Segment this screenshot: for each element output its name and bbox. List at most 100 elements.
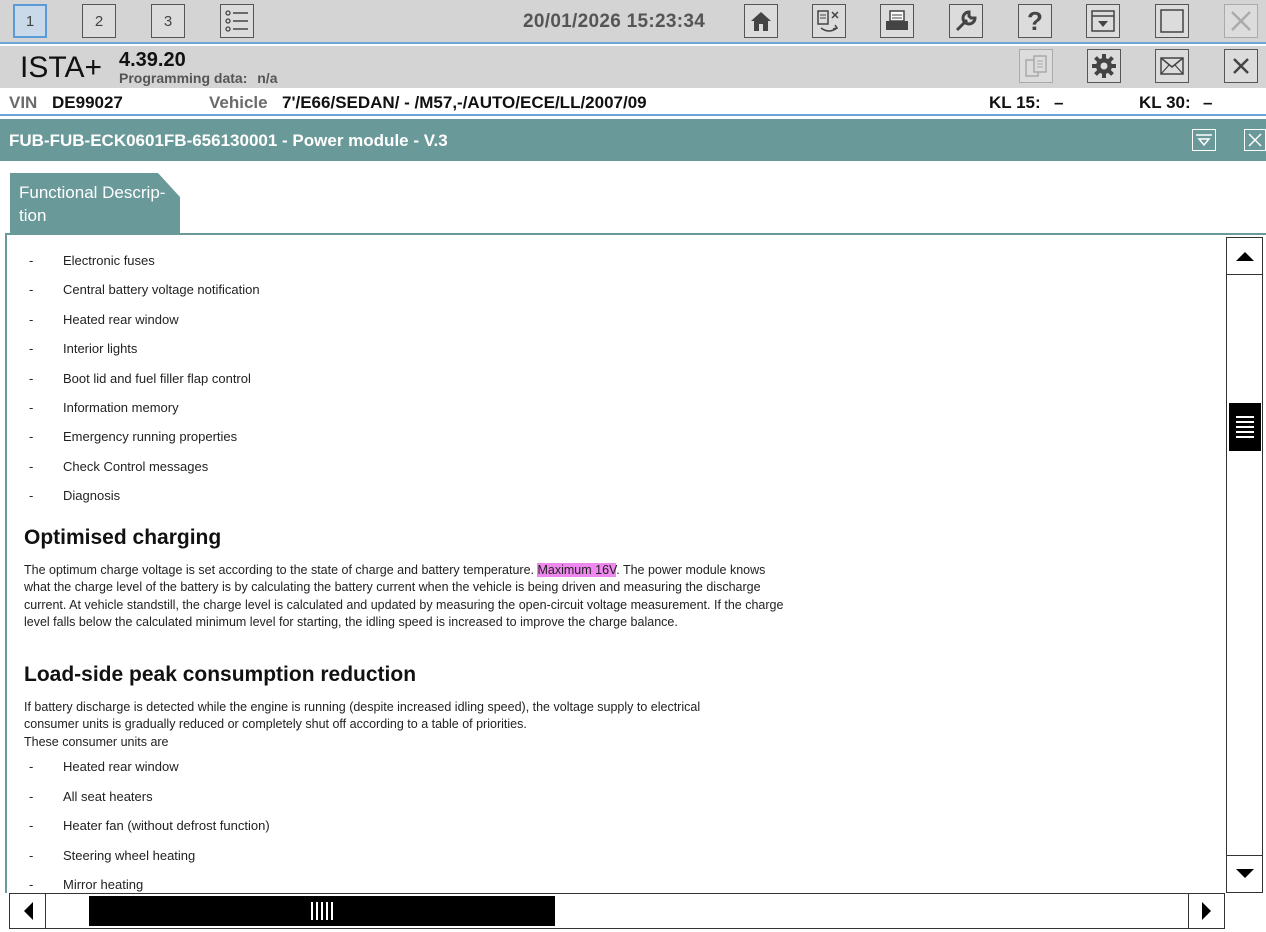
arrow-down-icon — [1235, 869, 1254, 878]
list-item-text: Diagnosis — [63, 488, 121, 503]
kl30-value: – — [1203, 93, 1213, 112]
window-icon — [1160, 9, 1184, 33]
heading-peak-reduction: Load-side peak consumption reduction — [24, 663, 417, 686]
service-button[interactable] — [949, 4, 983, 38]
session-tab-1[interactable]: 1 — [13, 4, 47, 38]
list-bullet: - — [29, 253, 34, 268]
home-icon — [751, 12, 771, 31]
list-item-text: Boot lid and fuel filler flap control — [63, 371, 251, 386]
list-bullet: - — [29, 789, 34, 804]
list-item-text: All seat heaters — [63, 789, 153, 804]
session-close-button[interactable] — [1224, 49, 1258, 83]
window-button[interactable] — [1155, 4, 1189, 38]
list-item-text: Steering wheel heating — [63, 848, 196, 863]
vin-label: VIN — [9, 93, 38, 112]
programming-data: Programming data: n/a — [119, 70, 277, 86]
tab-functional-description-label: Functional Descrip- tion — [19, 183, 166, 225]
list-bullet: - — [29, 848, 34, 863]
list-bullet: - — [29, 371, 34, 386]
list-item-text: Information memory — [63, 400, 179, 415]
kl15-label: KL 15: — [989, 93, 1041, 112]
close-icon — [1248, 133, 1262, 147]
arrow-right-icon — [1201, 902, 1211, 920]
kl15-value: – — [1054, 93, 1064, 112]
session-tab-2[interactable]: 2 — [82, 4, 116, 38]
scroll-left-button[interactable] — [10, 894, 46, 928]
close-icon — [1231, 11, 1251, 31]
top-toolbar: 1 2 3 20/01/2026 15:23:34 ? — [0, 0, 1266, 44]
svg-text:?: ? — [1027, 8, 1043, 34]
list-item-text: Check Control messages — [63, 459, 209, 474]
list-item-text: Mirror heating — [63, 877, 144, 892]
list-item-text: Electronic fuses — [63, 253, 155, 268]
list-bullet: - — [29, 312, 34, 327]
app-name: ISTA+ — [20, 51, 102, 84]
vertical-scrollbar[interactable] — [1226, 237, 1263, 893]
app-header: ISTA+ 4.39.20 Programming data: n/a — [0, 46, 1266, 88]
list-button[interactable] — [220, 4, 254, 38]
programming-data-value: n/a — [257, 70, 278, 86]
vehicle-label: Vehicle — [209, 93, 268, 112]
kl30-label: KL 30: — [1139, 93, 1191, 112]
document-close-button[interactable] — [1244, 129, 1266, 151]
paragraph-optimised-charging: The optimum charge voltage is set accord… — [24, 562, 784, 631]
document-title: FUB-FUB-ECK0601FB-656130001 - Power modu… — [9, 131, 448, 150]
print-button[interactable] — [880, 4, 914, 38]
download-button[interactable] — [1086, 4, 1120, 38]
collapse-button[interactable] — [1192, 129, 1216, 151]
list-item-text: Central battery voltage notification — [63, 282, 260, 297]
list-bullet: - — [29, 818, 34, 833]
scroll-right-button[interactable] — [1188, 894, 1224, 928]
document-content: - Electronic fuses - Central battery voltag… — [5, 235, 1226, 893]
wrench-icon — [955, 10, 977, 32]
datetime-display: 20/01/2026 15:23:34 — [523, 11, 706, 32]
paragraph-consumer-units-intro: These consumer units are — [24, 735, 169, 749]
session-tab-2-label: 2 — [94, 12, 104, 30]
list-bullet: - — [29, 341, 34, 356]
transfer-icon — [817, 10, 839, 32]
app-version: 4.39.20 — [119, 49, 186, 71]
list-item-text: Emergency running properties — [63, 429, 238, 444]
list-item-text: Interior lights — [63, 341, 138, 356]
horizontal-scroll-thumb[interactable] — [89, 896, 555, 926]
paragraph-peak-reduction: If battery discharge is detected while t… — [24, 700, 701, 732]
documents-icon — [1025, 55, 1047, 77]
message-button[interactable] — [1155, 49, 1189, 83]
list-item-text: Heater fan (without defrost function) — [63, 818, 270, 833]
list-bullet: - — [29, 282, 34, 297]
vertical-scroll-thumb[interactable] — [1229, 403, 1261, 451]
horizontal-scrollbar[interactable] — [9, 893, 1225, 929]
tab-functional-description[interactable]: Functional Descrip- tion — [10, 173, 180, 235]
list-bullet: - — [29, 877, 34, 892]
transfer-button[interactable] — [812, 4, 846, 38]
vin-value: DE99027 — [52, 93, 123, 112]
scroll-down-button[interactable] — [1227, 855, 1262, 892]
gear-icon — [1092, 54, 1116, 78]
help-icon: ? — [1027, 8, 1043, 34]
vehicle-info-bar: VIN DE99027 Vehicle 7'/E66/SEDAN/ - /M57… — [0, 88, 1266, 116]
list-bullet: - — [29, 429, 34, 444]
scroll-up-button[interactable] — [1227, 238, 1262, 275]
list-bullet: - — [29, 488, 34, 503]
home-button[interactable] — [744, 4, 778, 38]
help-button[interactable]: ? — [1018, 4, 1052, 38]
session-tab-3[interactable]: 3 — [151, 4, 185, 38]
list-bullet: - — [29, 459, 34, 474]
list-bullet: - — [29, 759, 34, 774]
list-item-text: Heated rear window — [63, 312, 179, 327]
print-icon — [886, 10, 908, 30]
arrow-left-icon — [23, 902, 33, 920]
paragraph-text-start: The optimum charge voltage is set accord… — [24, 563, 538, 577]
app-close-button[interactable] — [1224, 4, 1258, 38]
close-icon — [1233, 58, 1249, 74]
highlight-max-voltage: Maximum 16V — [537, 563, 617, 577]
list-icon — [225, 10, 248, 32]
list-item-text: Heated rear window — [63, 759, 179, 774]
session-tab-1-label: 1 — [25, 12, 35, 30]
programming-data-label: Programming data: — [119, 70, 248, 86]
heading-optimised-charging: Optimised charging — [24, 526, 222, 549]
arrow-up-icon — [1235, 252, 1254, 261]
document-titlebar: FUB-FUB-ECK0601FB-656130001 - Power modu… — [0, 119, 1266, 161]
settings-button[interactable] — [1087, 49, 1121, 83]
documents-button[interactable] — [1019, 49, 1053, 83]
